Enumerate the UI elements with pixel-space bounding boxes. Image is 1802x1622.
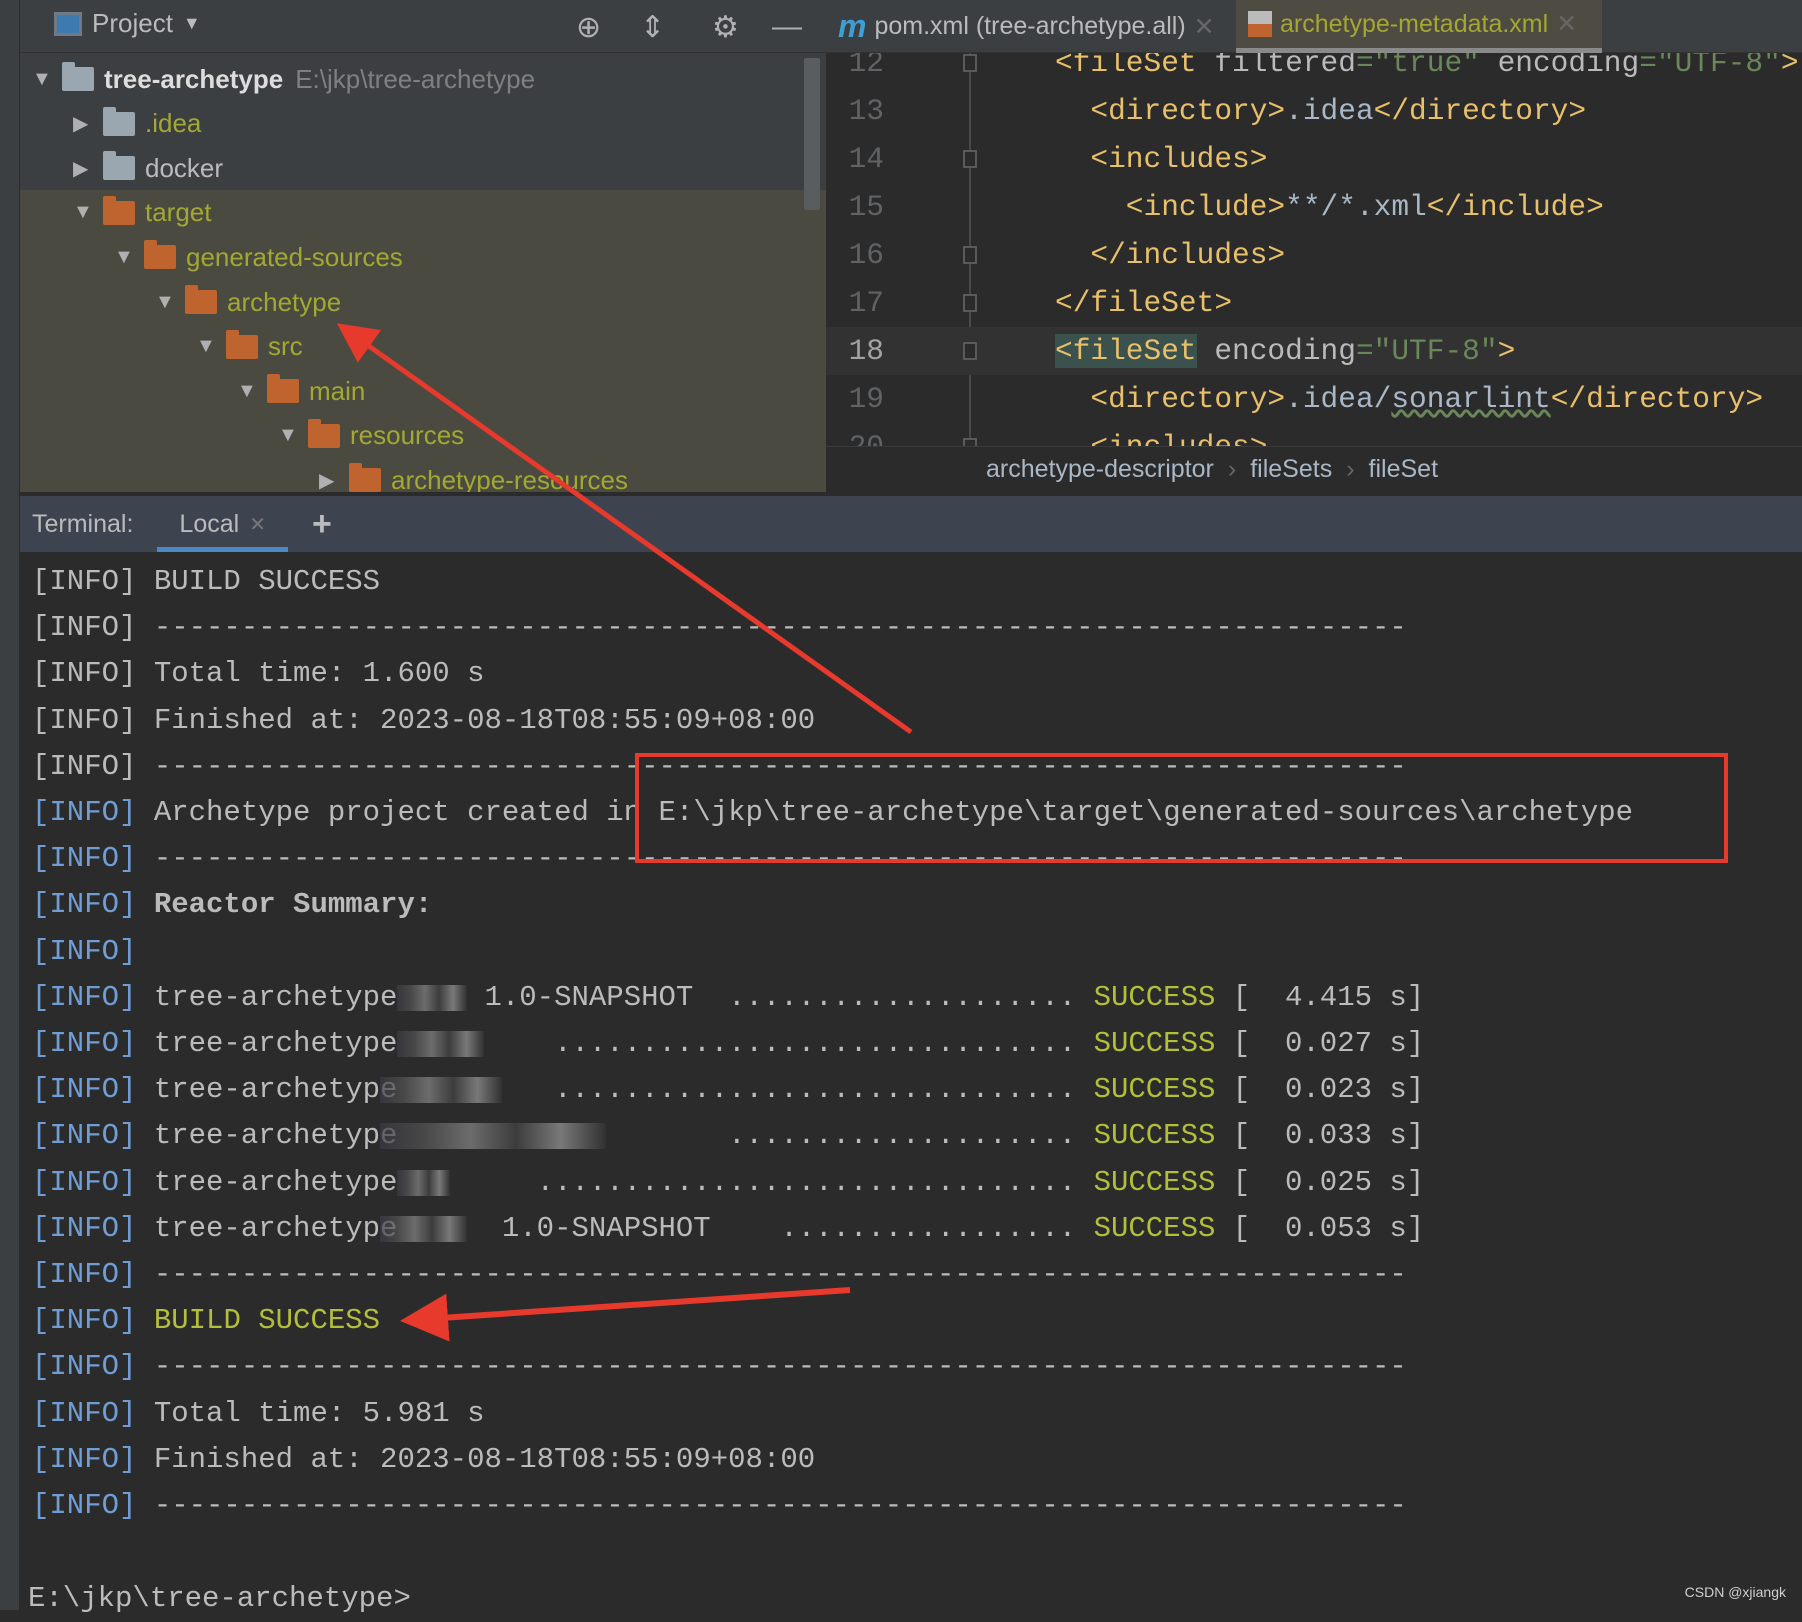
annotation-arrow bbox=[336, 323, 913, 735]
annotation-arrows bbox=[336, 323, 913, 1342]
watermark: CSDN @xjiangk bbox=[1684, 1584, 1786, 1600]
annotation-arrow bbox=[400, 1287, 851, 1342]
